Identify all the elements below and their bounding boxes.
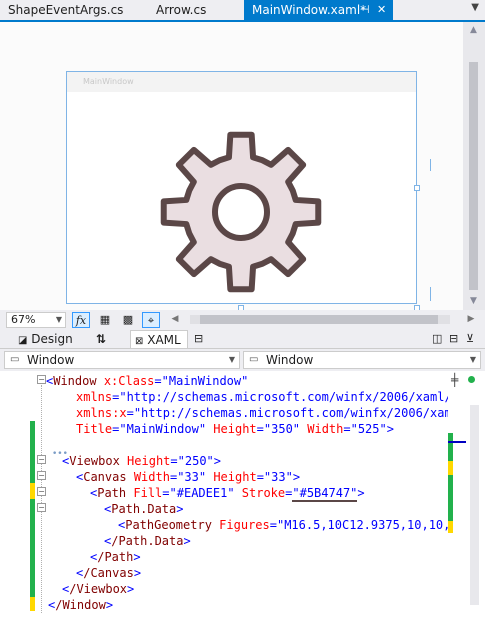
overview-change-marker <box>448 461 453 475</box>
vertical-split-icon[interactable]: ◫ <box>432 330 442 348</box>
xaml-view-icon: ⊠ <box>135 336 144 347</box>
pin-icon[interactable]: ⊣ <box>360 3 370 17</box>
design-surface[interactable]: MainWindow <box>0 22 463 316</box>
editor-vertical-scrollbar[interactable] <box>470 405 479 605</box>
change-marker-saved <box>30 421 35 483</box>
chevron-down-icon: ▼ <box>55 315 62 324</box>
designer-vertical-scrollbar[interactable]: ▲ ▼ <box>463 22 485 310</box>
designer-toolbar: 67% ▼ fx ▦ ▩ ⌖ ◀ ▶ <box>0 310 485 330</box>
gear-icon[interactable] <box>151 122 331 302</box>
xaml-editor[interactable]: − − − − − ••• <Window x:Class="MainWindo… <box>0 371 485 621</box>
design-view-icon: ◪ <box>18 335 28 346</box>
document-tab-bar: ShapeEventArgs.cs Arrow.cs MainWindow.xa… <box>0 0 485 22</box>
scroll-down-icon[interactable]: ▼ <box>470 296 477 306</box>
code-line: <Window x:Class="MainWindow" <box>46 374 249 388</box>
tab-label: ShapeEventArgs.cs <box>8 3 124 17</box>
element-selector-left[interactable]: ▭ Window ▼ <box>4 351 240 369</box>
tab-shapeeventargs[interactable]: ShapeEventArgs.cs <box>0 0 148 20</box>
collapse-toggle[interactable]: − <box>37 471 46 480</box>
code-line: <PathGeometry Figures="M16.5,10C12.9375,… <box>118 518 458 532</box>
change-marker-unsaved <box>30 483 35 499</box>
scroll-left-icon[interactable]: ◀ <box>166 312 184 328</box>
code-line: <Path Fill="#EADEE1" Stroke="#5B4747"> <box>90 486 365 502</box>
element-selector-right[interactable]: ▭ Window ▼ <box>243 351 481 369</box>
chevron-down-icon: ▼ <box>469 355 476 364</box>
swap-panes-button[interactable]: ⇅ <box>96 330 106 348</box>
chevron-down-icon: ▼ <box>228 355 235 364</box>
element-icon: ▭ <box>249 354 259 365</box>
window-preview[interactable]: MainWindow <box>66 71 417 304</box>
tab-design[interactable]: ◪ Design <box>18 330 73 348</box>
margin-adorner <box>430 159 431 171</box>
collapse-toggle[interactable]: − <box>37 455 46 464</box>
outline-guide <box>41 385 42 613</box>
element-selector-bar: ▭ Window ▼ ▭ Window ▼ <box>0 349 485 371</box>
tab-overflow-dropdown-icon[interactable]: ▼ <box>471 2 479 13</box>
code-line: </Canvas> <box>76 566 142 580</box>
split-handle-icon[interactable]: ╪ <box>451 373 458 387</box>
collapse-toggle[interactable]: − <box>37 487 46 496</box>
collapse-toggle[interactable]: − <box>37 503 46 512</box>
tab-label: MainWindow.xaml* <box>252 3 367 17</box>
code-line: <Path.Data> <box>104 502 184 516</box>
tab-design-label: Design <box>31 332 73 346</box>
code-line: <Canvas Width="33" Height="33"> <box>76 470 301 484</box>
zoom-value: 67% <box>11 313 36 326</box>
collapse-pane-icon[interactable]: ⊟ <box>194 330 203 348</box>
code-line: Title="MainWindow" Height="350" Width="5… <box>76 422 394 436</box>
element-icon: ▭ <box>10 354 20 365</box>
overview-change-marker <box>448 433 453 461</box>
horizontal-split-icon[interactable]: ⊟ <box>449 330 458 348</box>
collapse-toggle[interactable]: − <box>37 375 46 384</box>
snap-grid-icon[interactable]: ▩ <box>119 312 137 328</box>
expand-pane-icon[interactable]: ⊻ <box>466 330 474 348</box>
effects-toggle-button[interactable]: fx <box>72 312 90 328</box>
view-tabs: ◪ Design ⇅ ⊠ XAML ⊟ ◫ ⊟ ⊻ <box>0 330 485 349</box>
tab-xaml-label: XAML <box>147 333 181 347</box>
code-line: </Window> <box>48 598 114 612</box>
code-line: xmlns:x="http://schemas.microsoft.com/wi… <box>76 406 459 420</box>
tab-arrow[interactable]: Arrow.cs <box>148 0 244 20</box>
margin-adorner <box>430 287 431 301</box>
window-preview-title: MainWindow <box>67 72 416 92</box>
tab-mainwindow-xaml[interactable]: MainWindow.xaml* ⊣ ✕ <box>244 0 393 20</box>
code-line: xmlns="http://schemas.microsoft.com/winf… <box>76 390 459 404</box>
scroll-thumb[interactable] <box>200 315 438 324</box>
code-line: </Viewbox> <box>62 582 135 596</box>
status-ok-icon <box>468 376 475 383</box>
scroll-right-icon[interactable]: ▶ <box>462 312 480 328</box>
element-selector-left-value: Window <box>27 353 75 367</box>
resize-handle-right[interactable] <box>414 185 420 191</box>
code-line: <Viewbox Height="250"> <box>62 454 221 468</box>
designer-horizontal-scrollbar[interactable] <box>190 315 450 324</box>
overview-change-marker <box>448 521 453 533</box>
zoom-select[interactable]: 67% ▼ <box>6 312 66 328</box>
tab-xaml[interactable]: ⊠ XAML <box>130 330 188 348</box>
change-marker-unsaved <box>30 597 35 611</box>
tab-label: Arrow.cs <box>156 3 207 17</box>
overview-change-marker <box>448 475 453 521</box>
change-marker-saved <box>30 499 35 597</box>
scroll-up-icon[interactable]: ▲ <box>470 25 477 35</box>
caret-position-marker <box>448 441 466 443</box>
code-line: </Path.Data> <box>104 534 191 548</box>
snap-lines-icon[interactable]: ⌖ <box>142 312 160 328</box>
code-overview-margin[interactable]: ╪ <box>448 371 485 621</box>
grid-icon[interactable]: ▦ <box>96 312 114 328</box>
close-icon[interactable]: ✕ <box>377 3 386 17</box>
element-selector-right-value: Window <box>266 353 314 367</box>
scroll-thumb[interactable] <box>469 62 478 290</box>
code-line: </Path> <box>90 550 141 564</box>
